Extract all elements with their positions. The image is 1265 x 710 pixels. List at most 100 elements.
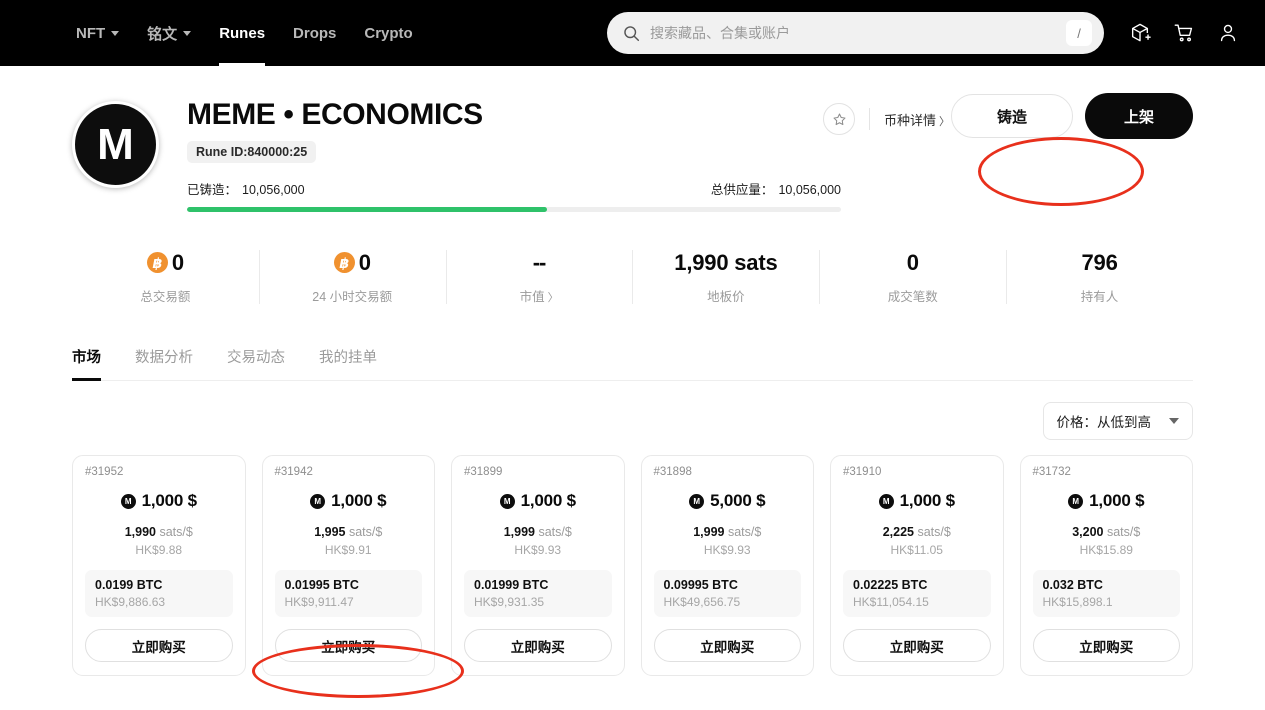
listing-total-fiat: HK$49,656.75: [664, 595, 792, 609]
nav-item-label: Runes: [219, 25, 265, 42]
user-icon[interactable]: [1217, 22, 1239, 44]
stat-label: 总交易额: [140, 286, 190, 305]
listing-total-fiat: HK$9,911.47: [285, 595, 413, 609]
nav-item-runes[interactable]: Runes: [205, 0, 279, 66]
listing-unit-price: 1,990 sats/$: [85, 525, 233, 539]
nav-item-drops[interactable]: Drops: [279, 0, 350, 66]
cart-icon[interactable]: [1173, 22, 1195, 44]
listing-total-btc: 0.01999 BTC: [474, 578, 602, 592]
listing-card[interactable]: #31952 M 1,000 $ 1,990 sats/$ HK$9.88 0.0…: [72, 455, 246, 676]
listing-card[interactable]: #31910 M1,000 $ 2,225 sats/$ HK$11.05 0.…: [830, 455, 1004, 676]
chevron-right-icon: 〉: [939, 116, 950, 128]
collection-primary-actions: 铸造 上架: [951, 93, 1193, 139]
stat-24h-volume: ฿0 24 小时交易额: [259, 246, 446, 308]
listing-unit-price-suffix: sats/$: [535, 525, 572, 539]
listing-id: #31898: [654, 466, 802, 478]
search-bar[interactable]: /: [607, 12, 1104, 54]
chevron-down-icon: [111, 31, 119, 36]
listing-unit-fiat: HK$9.93: [464, 543, 612, 557]
search-input[interactable]: [650, 25, 1066, 41]
coin-detail-label: 币种详情: [884, 113, 936, 128]
collection-actions-secondary: 币种详情〉: [823, 103, 950, 135]
page-content: M MEME • ECONOMICS Rune ID:840000:25 已铸造…: [0, 66, 1265, 676]
favorite-button[interactable]: [823, 103, 855, 135]
listing-unit-fiat: HK$9.91: [275, 543, 423, 557]
listing-card[interactable]: #31942 M1,000 $ 1,995 sats/$ HK$9.91 0.0…: [262, 455, 436, 676]
stat-value: ฿0: [334, 250, 371, 276]
listing-unit-price-suffix: sats/$: [914, 525, 951, 539]
minted-label: 已铸造：: [187, 183, 237, 197]
token-icon: M: [121, 494, 136, 509]
listing-total-btc: 0.032 BTC: [1043, 578, 1171, 592]
listing-total-btc: 0.02225 BTC: [853, 578, 981, 592]
top-navigation-bar: NFT 铭文 Runes Drops Crypto /: [0, 0, 1265, 66]
stat-value: 1,990 sats: [674, 250, 777, 276]
listing-unit-price-value: 1,995: [314, 525, 345, 539]
minted-value: 10,056,000: [242, 183, 305, 197]
coin-detail-link[interactable]: 币种详情〉: [884, 110, 950, 129]
listing-unit-price-value: 2,225: [883, 525, 914, 539]
listing-unit-fiat: HK$11.05: [843, 543, 991, 557]
nav-links: NFT 铭文 Runes Drops Crypto: [62, 0, 427, 66]
listing-unit-fiat: HK$15.89: [1033, 543, 1181, 557]
token-icon: M: [1068, 494, 1083, 509]
nav-item-label: Drops: [293, 25, 336, 42]
buy-now-button[interactable]: 立即购买: [275, 629, 423, 662]
mint-button[interactable]: 铸造: [951, 94, 1073, 138]
supply-row: 已铸造：10,056,000 总供应量：10,056,000: [187, 179, 841, 198]
token-icon: M: [689, 494, 704, 509]
content-tabs: 市场 数据分析 交易动态 我的挂单: [72, 346, 1193, 381]
nav-item-nft[interactable]: NFT: [62, 0, 133, 66]
nav-item-label: NFT: [76, 25, 105, 42]
listing-amount: M1,000 $: [464, 491, 612, 511]
bitcoin-icon: ฿: [334, 252, 355, 273]
token-icon: M: [879, 494, 894, 509]
stat-value: 796: [1082, 250, 1118, 276]
listing-unit-price-value: 1,999: [504, 525, 535, 539]
buy-now-button[interactable]: 立即购买: [843, 629, 991, 662]
listing-total-fiat: HK$9,886.63: [95, 595, 223, 609]
listing-unit-fiat: HK$9.88: [85, 543, 233, 557]
buy-now-button[interactable]: 立即购买: [1033, 629, 1181, 662]
buy-now-button[interactable]: 立即购买: [464, 629, 612, 662]
listing-amount: M1,000 $: [1033, 491, 1181, 511]
tab-activity[interactable]: 交易动态: [227, 346, 285, 380]
listing-amount: M 1,000 $: [85, 491, 233, 511]
avatar: M: [72, 101, 159, 188]
stat-value: --: [533, 250, 546, 276]
stat-market-cap[interactable]: -- 市值〉: [446, 246, 633, 308]
token-icon: M: [500, 494, 515, 509]
listing-card[interactable]: #31899 M1,000 $ 1,999 sats/$ HK$9.93 0.0…: [451, 455, 625, 676]
nav-item-crypto[interactable]: Crypto: [350, 0, 426, 66]
buy-now-button[interactable]: 立即购买: [654, 629, 802, 662]
tab-market[interactable]: 市场: [72, 346, 101, 380]
search-icon: [623, 25, 640, 42]
listing-card[interactable]: #31732 M1,000 $ 3,200 sats/$ HK$15.89 0.…: [1020, 455, 1194, 676]
listing-unit-price-value: 1,999: [693, 525, 724, 539]
chevron-down-icon: [183, 31, 191, 36]
listing-card[interactable]: #31898 M5,000 $ 1,999 sats/$ HK$9.93 0.0…: [641, 455, 815, 676]
cube-plus-icon[interactable]: [1129, 22, 1151, 44]
listing-total-btc: 0.0199 BTC: [95, 578, 223, 592]
sort-dropdown[interactable]: 价格：从低到高: [1043, 402, 1194, 440]
listing-id: #31952: [85, 466, 233, 478]
listing-amount-text: 1,000 $: [142, 491, 197, 511]
listing-amount-text: 1,000 $: [900, 491, 955, 511]
divider: [869, 108, 870, 130]
listing-total-fiat: HK$11,054.15: [853, 595, 981, 609]
nav-icon-group: [1129, 0, 1239, 66]
search-shortcut-key: /: [1066, 20, 1092, 46]
listing-total: 0.02225 BTC HK$11,054.15: [843, 570, 991, 617]
listing-total: 0.0199 BTC HK$9,886.63: [85, 570, 233, 617]
stat-number: 0: [359, 250, 371, 276]
stat-label: 持有人: [1081, 286, 1119, 305]
stat-floor-price: 1,990 sats 地板价: [632, 246, 819, 308]
stat-holders: 796 持有人: [1006, 246, 1193, 308]
tab-my-listings[interactable]: 我的挂单: [319, 346, 377, 380]
list-button[interactable]: 上架: [1085, 93, 1193, 139]
nav-item-inscription[interactable]: 铭文: [133, 0, 205, 66]
tab-analytics[interactable]: 数据分析: [135, 346, 193, 380]
listing-unit-fiat: HK$9.93: [654, 543, 802, 557]
buy-now-button[interactable]: 立即购买: [85, 629, 233, 662]
listing-total: 0.09995 BTC HK$49,656.75: [654, 570, 802, 617]
